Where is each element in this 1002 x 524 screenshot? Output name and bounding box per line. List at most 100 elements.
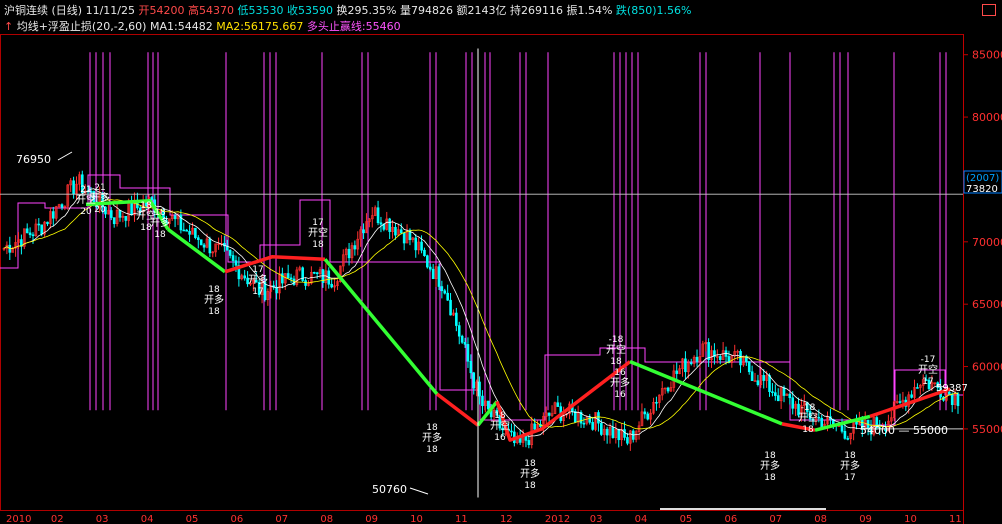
marker-count-label: 17 (312, 218, 323, 228)
candle-body (623, 429, 626, 438)
price-chart[interactable]: 5500060000650007000075000800008500020100… (0, 0, 1002, 524)
marker-count-label: 17 (252, 265, 263, 275)
candle-body (791, 397, 795, 409)
candle-body (643, 411, 647, 415)
candle-body (234, 260, 238, 266)
candle-body (455, 312, 458, 326)
marker-count-label: -18 (801, 403, 816, 413)
marker-count-label: 17 (922, 377, 933, 387)
candle-body (440, 286, 444, 292)
candle-body (449, 299, 452, 316)
candle-body (376, 207, 380, 224)
trade-marker-label: 开多 (204, 293, 224, 306)
candle-body (655, 401, 658, 404)
marker-count-label: 18 (154, 230, 166, 240)
candle-body (478, 381, 481, 397)
marker-count-label: 20 (80, 207, 92, 217)
high-annotation: 76950 (16, 153, 51, 166)
y-tick-label: 55000 (972, 423, 1002, 436)
x-tick-label: 08 (320, 514, 333, 524)
candle-body (782, 387, 786, 396)
candle-body (231, 255, 235, 261)
candle-body (753, 380, 757, 382)
candle-body (420, 241, 423, 251)
candle-body (695, 356, 699, 362)
candle-body (750, 371, 754, 382)
candle-body (510, 430, 513, 433)
candle-body (675, 370, 679, 374)
candle-body (109, 210, 113, 218)
candle-body (605, 428, 609, 436)
trade-marker-label: 开多 (520, 467, 540, 480)
candle-body (394, 226, 397, 236)
candle-body (600, 422, 603, 435)
candle-body (950, 393, 954, 405)
candle-body (72, 180, 75, 195)
candle-body (466, 344, 470, 362)
marker-count-label: 18 (764, 451, 776, 461)
candle-body (776, 395, 780, 402)
candle-body (31, 234, 35, 237)
y-tick-label: 70000 (972, 236, 1002, 249)
candle-body (130, 202, 133, 216)
candle-body (756, 380, 760, 385)
candle-body (855, 421, 858, 425)
trade-marker-label: 开空 (798, 411, 818, 424)
marker-count-label: 18 (844, 451, 856, 461)
candle-body (771, 391, 774, 394)
x-tick-label: 2012 (545, 514, 570, 524)
low-pointer (409, 487, 429, 495)
marker-count-label: 21 (94, 183, 105, 193)
marker-count-label: 18 (154, 208, 166, 218)
candle-body (423, 249, 426, 257)
candle-body (194, 227, 197, 238)
marker-count-label: 18 (524, 459, 536, 469)
candle-body (431, 268, 435, 280)
marker-count-label: 18 (524, 481, 536, 491)
cursor-price-label: 73820 (966, 184, 998, 195)
x-tick-label: 07 (769, 514, 782, 524)
candle-body (916, 387, 919, 389)
x-tick-label: 10 (410, 514, 423, 524)
candle-body (846, 438, 850, 440)
candle-body (788, 393, 792, 399)
trade-marker-label: 开多 (90, 191, 110, 204)
x-tick-label: 05 (680, 514, 693, 524)
candle-body (611, 427, 615, 438)
candle-body (124, 215, 128, 221)
marker-count-label: 18 (426, 423, 438, 433)
candle-body (173, 215, 177, 220)
candle-body (591, 422, 594, 430)
candle-body (199, 239, 203, 246)
x-tick-label: 04 (141, 514, 154, 524)
trade-marker-label: 开空 (308, 226, 328, 239)
candle-body (315, 272, 319, 274)
y-tick-label: 80000 (972, 111, 1002, 124)
low-annotation: 50760 (372, 483, 407, 496)
candle-body (689, 362, 693, 365)
plot-frame (0, 34, 964, 511)
candle-body (898, 401, 902, 403)
candle-body (910, 394, 913, 398)
candle-body (208, 238, 212, 254)
candle-body (460, 335, 464, 343)
x-tick-label: 2010 (6, 514, 31, 524)
trade-marker-label: 开多 (840, 459, 860, 472)
y-tick-label: 65000 (972, 298, 1002, 311)
x-tick-label: 09 (365, 514, 378, 524)
x-tick-label: 06 (724, 514, 737, 524)
candle-body (463, 342, 467, 345)
marker-count-label: 18 (208, 285, 220, 295)
candle-body (817, 416, 821, 419)
candle-body (533, 423, 536, 430)
marker-count-label: 16 (614, 390, 626, 400)
x-tick-label: 12 (500, 514, 513, 524)
marker-count-label: 18 (494, 411, 506, 421)
candle-body (196, 237, 200, 240)
candle-body (481, 395, 484, 407)
candle-body (388, 218, 391, 232)
candle-body (286, 273, 290, 279)
candle-body (185, 229, 188, 232)
x-tick-label: 10 (904, 514, 917, 524)
candle-body (228, 249, 232, 256)
